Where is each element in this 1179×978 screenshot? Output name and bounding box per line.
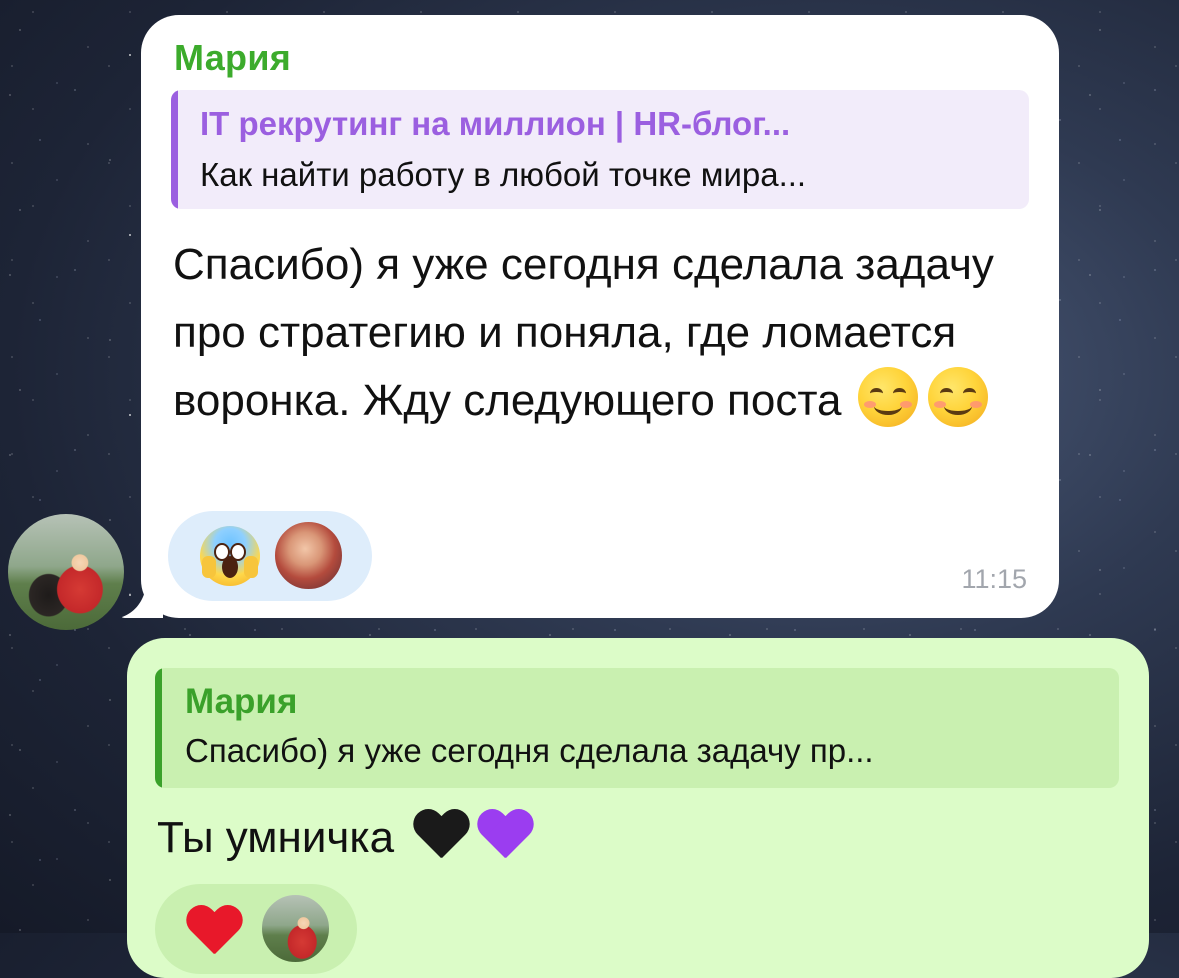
quote-text: Спасибо) я уже сегодня сделала задачу пр… bbox=[185, 732, 874, 769]
forwarded-channel-quote[interactable]: IT рекрутинг на миллион | HR-блог... Как… bbox=[171, 90, 1029, 209]
quote-title: Мария bbox=[185, 682, 298, 721]
message-reactions[interactable] bbox=[168, 511, 372, 601]
outgoing-message-bubble[interactable]: Мария Спасибо) я уже сегодня сделала зад… bbox=[127, 638, 1149, 978]
reply-quote[interactable]: Мария Спасибо) я уже сегодня сделала зад… bbox=[155, 668, 1119, 788]
sender-avatar[interactable] bbox=[8, 514, 124, 630]
black-heart-icon bbox=[412, 810, 470, 862]
reactor-avatar[interactable] bbox=[259, 892, 332, 965]
message-timestamp: 11:15 bbox=[961, 564, 1027, 594]
purple-heart-icon bbox=[476, 810, 534, 862]
incoming-message-bubble[interactable]: Мария IT рекрутинг на миллион | HR-блог.… bbox=[141, 15, 1059, 618]
face-screaming-in-fear-icon[interactable] bbox=[200, 526, 260, 586]
quote-title: IT рекрутинг на миллион | HR-блог... bbox=[200, 105, 791, 142]
message-text-body: Ты умничка bbox=[157, 813, 395, 862]
quote-accent-bar bbox=[171, 90, 178, 209]
message-reactions[interactable] bbox=[155, 884, 357, 974]
relieved-face-icon bbox=[927, 367, 988, 427]
smiling-face-icon bbox=[857, 367, 918, 427]
reactor-avatar[interactable] bbox=[272, 519, 345, 592]
quote-accent-bar bbox=[155, 668, 162, 788]
message-text: Спасибо) я уже сегодня сделала задачу пр… bbox=[173, 231, 1023, 435]
red-heart-icon[interactable] bbox=[185, 906, 243, 958]
quote-text: Как найти работу в любой точке мира... bbox=[200, 156, 807, 193]
message-text: Ты умничка bbox=[157, 808, 534, 868]
sender-name[interactable]: Мария bbox=[174, 37, 291, 79]
